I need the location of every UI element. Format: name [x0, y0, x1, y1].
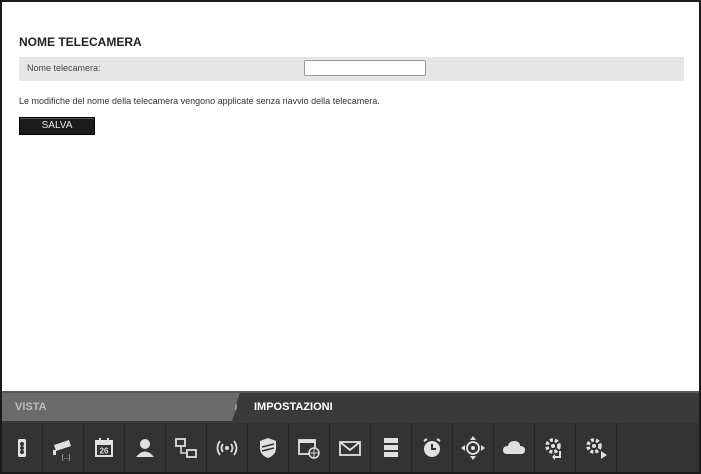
- server-icon[interactable]: [371, 423, 412, 472]
- camera-name-label: Nome telecamera:: [27, 63, 101, 73]
- settings-return-icon[interactable]: [535, 423, 576, 472]
- status-light-icon[interactable]: [2, 423, 43, 472]
- clock-icon[interactable]: [412, 423, 453, 472]
- settings-frame: NOME TELECAMERA Nome telecamera: Le modi…: [2, 2, 699, 472]
- web-window-icon[interactable]: [289, 423, 330, 472]
- mail-icon[interactable]: [330, 423, 371, 472]
- ptz-icon[interactable]: [453, 423, 494, 472]
- camera-icon[interactable]: [...]: [43, 423, 84, 472]
- network-icon[interactable]: [166, 423, 207, 472]
- tab-bar: VISTA IMPOSTAZIONI: [2, 391, 699, 423]
- camera-badge: [...]: [62, 455, 71, 461]
- wireless-icon[interactable]: [207, 423, 248, 472]
- page-title: NOME TELECAMERA: [19, 35, 142, 49]
- settings-toolbar: [...] 26: [2, 423, 699, 472]
- calendar-day: 26: [100, 446, 109, 455]
- camera-name-input[interactable]: [304, 60, 426, 76]
- info-note: Le modifiche del nome della telecamera v…: [19, 96, 380, 106]
- camera-name-row: Nome telecamera:: [19, 57, 684, 81]
- tab-impostazioni[interactable]: IMPOSTAZIONI: [254, 393, 333, 421]
- bottom-navigation: VISTA IMPOSTAZIONI [...] 26: [2, 391, 699, 472]
- tab-vista[interactable]: VISTA: [2, 393, 240, 421]
- calendar-icon[interactable]: 26: [84, 423, 125, 472]
- user-icon[interactable]: [125, 423, 166, 472]
- save-button[interactable]: SALVA: [19, 117, 95, 135]
- security-shield-icon[interactable]: [248, 423, 289, 472]
- settings-next-icon[interactable]: [576, 423, 617, 472]
- cloud-icon[interactable]: [494, 423, 535, 472]
